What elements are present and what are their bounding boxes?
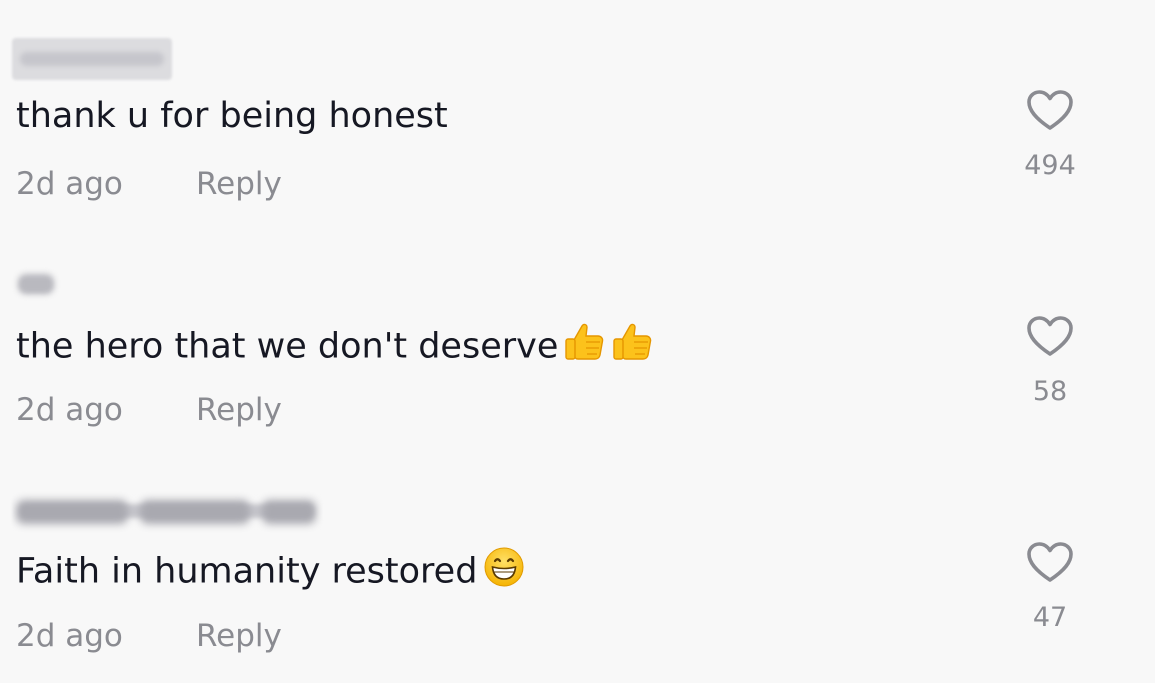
reply-button[interactable]: Reply <box>196 166 282 202</box>
comment-text: thank u for being honest <box>16 96 448 136</box>
heart-outline-icon <box>1027 90 1073 130</box>
like-count: 47 <box>1032 602 1068 633</box>
comment-text: the hero that we don't deserve <box>16 320 654 375</box>
comment-meta: 2d ago Reply <box>16 616 282 656</box>
thumbs-up-emoji-icon <box>612 320 654 375</box>
comment-timestamp: 2d ago <box>16 392 123 428</box>
username-blurred[interactable] <box>12 490 322 532</box>
comment-item: Faith in humanity restored 2d ago Reply <box>0 452 1155 678</box>
username-blurred[interactable] <box>12 264 60 306</box>
heart-outline-icon <box>1027 316 1073 356</box>
comment-text: Faith in humanity restored <box>16 546 525 599</box>
username-blurred[interactable] <box>12 38 172 80</box>
comment-timestamp: 2d ago <box>16 166 123 202</box>
comment-meta: 2d ago Reply <box>16 390 282 430</box>
reply-button[interactable]: Reply <box>196 392 282 428</box>
like-count: 494 <box>1024 150 1076 181</box>
comment-item: the hero that we don't deserve 2d ago Re… <box>0 226 1155 452</box>
like-button[interactable] <box>1024 88 1076 134</box>
grinning-face-emoji-icon <box>483 546 525 599</box>
reply-button[interactable]: Reply <box>196 618 282 654</box>
thumbs-up-emoji-icon <box>564 320 606 375</box>
comment-timestamp: 2d ago <box>16 618 123 654</box>
comment-item: thank u for being honest 2d ago Reply 49… <box>0 0 1155 226</box>
heart-outline-icon <box>1027 542 1073 582</box>
like-button[interactable] <box>1024 540 1076 586</box>
like-button[interactable] <box>1024 314 1076 360</box>
comment-meta: 2d ago Reply <box>16 164 282 204</box>
like-count: 58 <box>1032 376 1068 407</box>
